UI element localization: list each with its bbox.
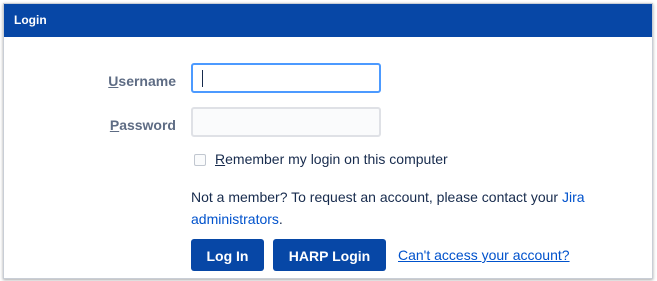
username-input[interactable]: [191, 63, 381, 93]
signup-info-text: Not a member? To request an account, ple…: [191, 189, 562, 205]
signup-info: Not a member? To request an account, ple…: [191, 186, 651, 230]
password-input[interactable]: [191, 107, 381, 137]
remember-me-text: emember my login on this computer: [225, 151, 448, 167]
login-panel: Login Username Password Remember my logi…: [3, 3, 653, 279]
signup-info-suffix: .: [278, 211, 283, 227]
login-header: Login: [4, 4, 652, 37]
text-cursor: [202, 70, 203, 87]
harp-login-button[interactable]: HARP Login: [273, 239, 386, 271]
password-label-accesskey: P: [109, 117, 120, 133]
remember-me-accesskey: R: [215, 151, 226, 167]
login-title: Login: [14, 13, 47, 27]
username-label-accesskey: U: [108, 73, 119, 89]
log-in-button[interactable]: Log In: [191, 239, 264, 271]
remember-me-label[interactable]: Remember my login on this computer: [215, 151, 448, 167]
password-label: Password: [56, 117, 176, 133]
remember-me-checkbox[interactable]: [194, 154, 206, 166]
username-label-text: sername: [118, 73, 176, 89]
username-label: Username: [56, 73, 176, 89]
cant-access-account-link[interactable]: Can't access your account?: [398, 247, 570, 263]
password-label-text: assword: [119, 117, 176, 133]
